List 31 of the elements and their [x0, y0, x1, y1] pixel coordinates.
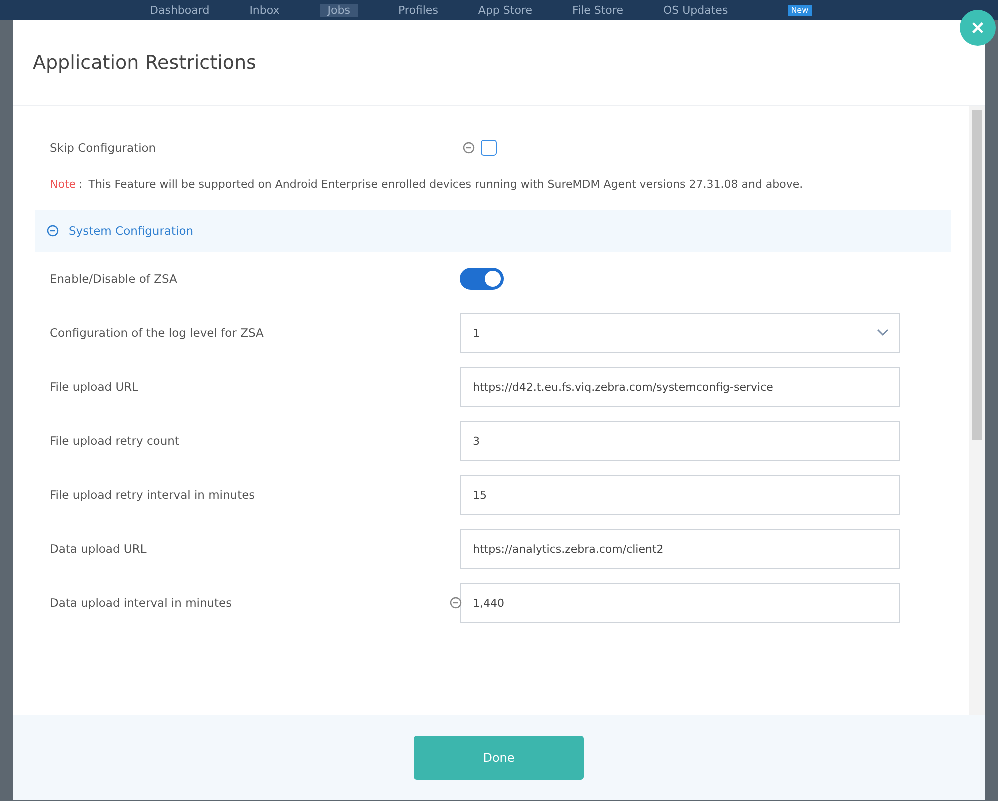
dialog-title: Application Restrictions [33, 52, 256, 74]
checkbox[interactable] [481, 140, 497, 156]
close-icon [971, 21, 985, 35]
input-field[interactable]: https://analytics.zebra.com/client2 [460, 529, 900, 569]
field-label: Skip Configuration [50, 141, 158, 155]
field-label: Enable/Disable of ZSA [50, 272, 178, 286]
toggle-switch[interactable] [460, 268, 504, 290]
field-label: Data upload interval in minutes [50, 596, 234, 610]
collapse-icon [47, 225, 59, 237]
field-label: Data upload URL [50, 542, 148, 556]
note-text: Note : This Feature will be supported on Android Enterprise enrolled devices running with SureMDM Agent versions 27.31.08 and above. [50, 177, 804, 193]
nav-item[interactable]: File Store [572, 4, 624, 16]
nav-item[interactable]: Profiles [398, 4, 438, 16]
input-field[interactable]: 3 [460, 421, 900, 461]
field-label: File upload retry count [50, 434, 180, 448]
field-label: Configuration of the log level for ZSA [50, 326, 265, 340]
scrollbar-thumb[interactable] [972, 110, 982, 440]
dropdown[interactable]: 1 [460, 313, 900, 353]
input-field[interactable]: https://d42.t.eu.fs.viq.zebra.com/systemconfig-service [460, 367, 900, 407]
nav-item[interactable]: App Store [478, 4, 532, 16]
section-header[interactable]: System Configuration [35, 210, 951, 252]
chevron-down-icon [877, 329, 889, 337]
field-label: File upload URL [50, 380, 140, 394]
field-label: File upload retry interval in minutes [50, 488, 256, 502]
input-field[interactable]: 1,440 [460, 583, 900, 623]
nav-item[interactable]: Inbox [250, 4, 280, 16]
nav-item[interactable]: Dashboard [150, 4, 210, 16]
new-badge: New [788, 4, 812, 16]
nav-item[interactable]: OS Updates [663, 4, 728, 16]
nav-item[interactable]: Jobs [320, 4, 358, 16]
input-field[interactable]: 15 [460, 475, 900, 515]
